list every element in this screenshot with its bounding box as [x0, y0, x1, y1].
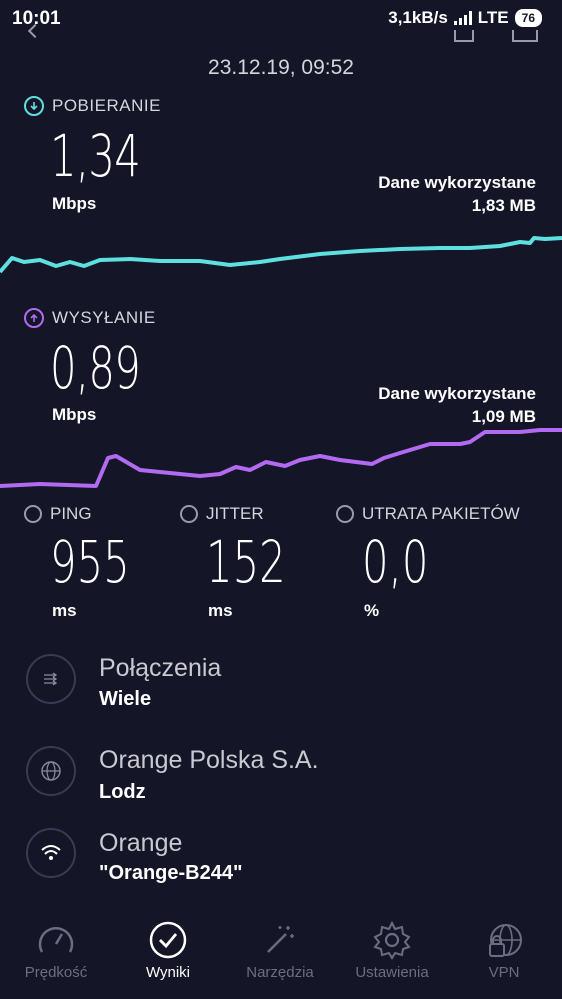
nav-speed[interactable]: Prędkość: [0, 920, 112, 981]
ping-label-text: PING: [50, 504, 92, 523]
wifi-icon: [26, 828, 76, 878]
speedometer-icon: [36, 920, 76, 960]
ping-value: 955: [50, 528, 130, 596]
battery-icon: 76: [514, 9, 542, 27]
signal-icon: [453, 11, 472, 25]
gear-icon: [372, 920, 412, 960]
upload-label: WYSYŁANIE: [24, 308, 156, 328]
upload-data-used-label: Dane wykorzystane: [378, 384, 536, 403]
network-type: LTE: [477, 8, 509, 27]
download-label: POBIERANIE: [24, 96, 161, 116]
nav-tools[interactable]: Narzędzia: [224, 920, 336, 981]
connections-icon: [26, 654, 76, 704]
jitter-icon: [180, 505, 198, 523]
download-data-used-label: Dane wykorzystane: [378, 173, 536, 192]
packet-loss-label-text: UTRATA PAKIETÓW: [362, 504, 520, 523]
magic-wand-icon: [260, 920, 300, 960]
download-value: 1,34: [50, 122, 141, 190]
share-icon[interactable]: [512, 30, 538, 42]
network-name-title: Orange: [99, 829, 183, 857]
packet-loss-icon: [336, 505, 354, 523]
ping-label: PING: [24, 504, 92, 524]
upload-value: 0,89: [50, 334, 141, 402]
upload-graph-line: [0, 428, 562, 488]
vpn-lock-icon: [484, 920, 524, 960]
network-speed: 3,1kB/s: [388, 8, 448, 27]
upload-label-text: WYSYŁANIE: [52, 308, 156, 327]
download-data-used: Dane wykorzystane 1,83 MB: [378, 171, 536, 217]
nav-results-label: Wyniki: [145, 964, 191, 981]
ping-unit: ms: [52, 601, 77, 620]
connections-title: Połączenia: [99, 654, 222, 682]
jitter-value: 152: [206, 528, 286, 596]
download-graph-line: [0, 236, 562, 274]
jitter-unit: ms: [208, 601, 233, 620]
delete-icon[interactable]: [454, 30, 474, 42]
packet-loss-label: UTRATA PAKIETÓW: [336, 504, 520, 524]
nav-results[interactable]: Wyniki: [112, 920, 224, 981]
globe-icon: [26, 746, 76, 796]
download-graph: [0, 236, 562, 274]
jitter-label-text: JITTER: [206, 504, 264, 523]
upload-arrow-icon: [24, 308, 44, 328]
download-label-text: POBIERANIE: [52, 96, 161, 115]
packet-loss-value: 0,0: [362, 528, 429, 596]
download-data-used-value: 1,83 MB: [471, 196, 536, 215]
nav-settings[interactable]: Ustawienia: [336, 920, 448, 981]
upload-graph: [0, 428, 562, 488]
jitter-label: JITTER: [180, 504, 264, 524]
download-unit: Mbps: [52, 194, 97, 213]
status-indicators: 3,1kB/s LTE 76: [388, 8, 542, 28]
network-ssid: "Orange-B244": [99, 862, 243, 884]
nav-vpn-label: VPN: [488, 964, 520, 981]
packet-loss-unit: %: [364, 601, 380, 620]
nav-settings-label: Ustawienia: [355, 964, 429, 981]
nav-tools-label: Narzędzia: [246, 964, 314, 981]
ping-icon: [24, 505, 42, 523]
provider-title: Orange Polska S.A.: [99, 746, 319, 774]
nav-vpn[interactable]: VPN: [448, 920, 560, 981]
provider-location: Lodz: [99, 781, 146, 803]
check-circle-icon: [148, 920, 188, 960]
result-datetime: 23.12.19, 09:52: [208, 56, 354, 79]
download-arrow-icon: [24, 96, 44, 116]
connections-value: Wiele: [99, 688, 152, 710]
nav-speed-label: Prędkość: [24, 964, 88, 981]
